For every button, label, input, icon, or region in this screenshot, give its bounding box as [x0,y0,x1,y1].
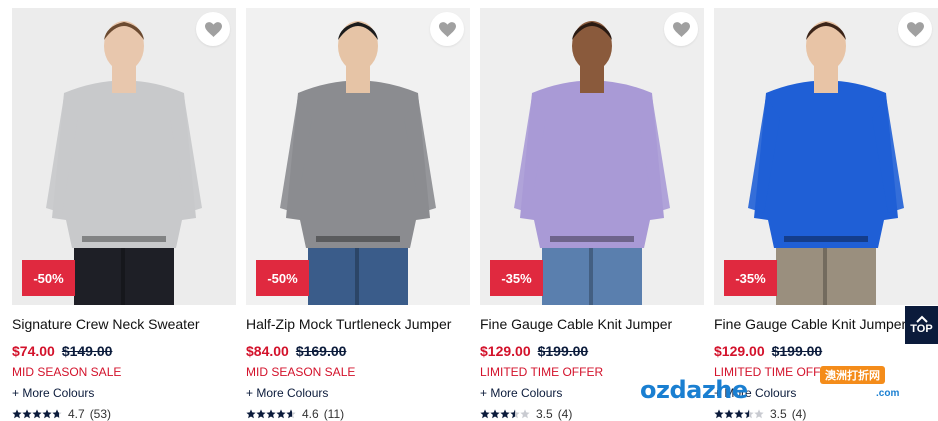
price-row: $129.00 $199.00 [480,343,704,359]
review-count: (11) [323,407,345,421]
star-icon [490,409,500,419]
price-row: $74.00 $149.00 [12,343,236,359]
star-icon [276,409,286,419]
wishlist-button[interactable] [664,12,698,46]
review-count: (53) [89,407,112,421]
discount-badge: -50% [22,260,75,296]
product-name[interactable]: Half-Zip Mock Turtleneck Jumper [246,316,470,332]
star-icon [500,409,510,419]
rating-stars [12,409,62,419]
product-image-wrap[interactable]: -50% [246,8,470,305]
sale-price: $129.00 [714,343,765,359]
price-row: $129.00 $199.00 [714,343,938,359]
rating-stars [480,409,530,419]
star-icon [42,409,52,419]
product-card[interactable]: -50% Signature Crew Neck Sweater $74.00 … [12,8,236,421]
sale-price: $84.00 [246,343,289,359]
watermark: 澳洲打折网 ozdazhe .com [640,362,915,412]
discount-badge: -35% [724,260,777,296]
rating-score: 4.7 [68,407,85,421]
original-price: $169.00 [295,343,347,359]
watermark-domain: .com [876,388,900,399]
back-to-top-label: TOP [910,323,933,335]
watermark-text: ozdazhe [640,376,748,404]
star-icon [266,409,276,419]
product-grid: -50% Signature Crew Neck Sweater $74.00 … [12,8,938,421]
chevron-up-icon [915,315,928,323]
heart-icon [438,21,456,37]
product-name[interactable]: Signature Crew Neck Sweater [12,316,236,332]
sale-price: $129.00 [480,343,531,359]
star-icon [520,409,530,419]
promo-label: MID SEASON SALE [246,365,356,379]
rating-score: 3.5 [536,407,553,421]
wishlist-button[interactable] [430,12,464,46]
back-to-top-button[interactable]: TOP [905,306,938,344]
product-card[interactable]: -35% Fine Gauge Cable Knit Jumper $129.0… [714,8,938,421]
price-row: $84.00 $169.00 [246,343,470,359]
heart-icon [906,21,924,37]
product-image-wrap[interactable]: -50% [12,8,236,305]
product-image-wrap[interactable]: -35% [480,8,704,305]
wishlist-button[interactable] [898,12,932,46]
star-icon [246,409,256,419]
star-icon [510,409,520,419]
star-icon [256,409,266,419]
more-colours-link[interactable]: + More Colours [12,386,236,400]
heart-icon [672,21,690,37]
star-icon [480,409,490,419]
heart-icon [204,21,222,37]
star-icon [22,409,32,419]
wishlist-button[interactable] [196,12,230,46]
star-icon [286,409,296,419]
watermark-tag: 澳洲打折网 [820,366,885,384]
original-price: $199.00 [537,343,589,359]
product-card[interactable]: -35% Fine Gauge Cable Knit Jumper $129.0… [480,8,704,421]
promo-label: MID SEASON SALE [12,365,122,379]
more-colours-link[interactable]: + More Colours [246,386,470,400]
star-icon [52,409,62,419]
discount-badge: -50% [256,260,309,296]
original-price: $149.00 [61,343,113,359]
star-icon [32,409,42,419]
rating-stars [246,409,296,419]
rating-row: 4.6 (11) [246,407,470,421]
discount-badge: -35% [490,260,543,296]
product-image-wrap[interactable]: -35% [714,8,938,305]
original-price: $199.00 [771,343,823,359]
product-name[interactable]: Fine Gauge Cable Knit Jumper [480,316,704,332]
rating-score: 4.6 [302,407,319,421]
product-card[interactable]: -50% Half-Zip Mock Turtleneck Jumper $84… [246,8,470,421]
sale-price: $74.00 [12,343,55,359]
rating-row: 4.7 (53) [12,407,236,421]
star-icon [12,409,22,419]
review-count: (4) [557,407,573,421]
